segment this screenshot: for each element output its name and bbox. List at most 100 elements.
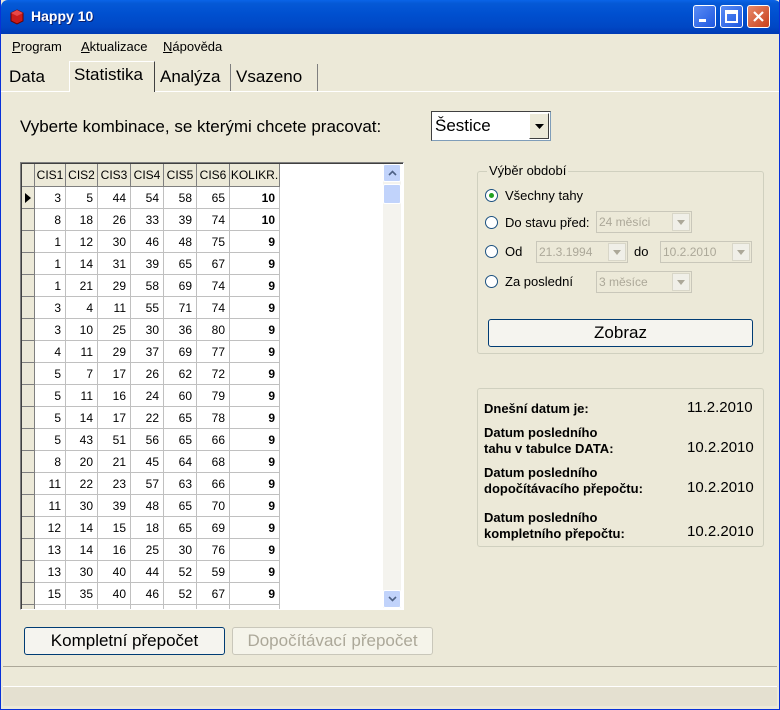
- grid-cell[interactable]: 22: [131, 407, 164, 429]
- grid-cell[interactable]: 59: [197, 561, 230, 583]
- grid-cell[interactable]: 4: [66, 297, 98, 319]
- tab-data[interactable]: Data: [5, 64, 69, 92]
- grid-cell[interactable]: 66: [197, 473, 230, 495]
- grid-cell[interactable]: 71: [164, 297, 197, 319]
- grid-cell[interactable]: 11: [35, 495, 66, 517]
- grid-cell[interactable]: 25: [131, 539, 164, 561]
- row-indicator[interactable]: [22, 385, 35, 407]
- grid-cell[interactable]: 9: [230, 495, 280, 517]
- grid-cell[interactable]: 9: [230, 605, 280, 609]
- grid-cell[interactable]: 10: [230, 187, 280, 209]
- grid-cell[interactable]: 23: [98, 473, 131, 495]
- grid-cell[interactable]: 15: [35, 583, 66, 605]
- title-bar[interactable]: Happy 10: [1, 0, 779, 34]
- grid-cell[interactable]: 30: [66, 561, 98, 583]
- grid-cell[interactable]: 26: [98, 209, 131, 231]
- grid-cell[interactable]: 7: [66, 363, 98, 385]
- tab-analyza[interactable]: Analýza: [156, 64, 231, 92]
- grid-cell[interactable]: 29: [98, 275, 131, 297]
- grid-cell[interactable]: 79: [197, 385, 230, 407]
- grid-cell[interactable]: 64: [164, 451, 197, 473]
- grid-cell[interactable]: 30: [164, 539, 197, 561]
- grid-cell[interactable]: 70: [197, 495, 230, 517]
- table-row[interactable]: 5 7 17 26 62 72 9: [22, 363, 280, 385]
- grid-cell[interactable]: 66: [197, 429, 230, 451]
- grid-cell[interactable]: 9: [230, 363, 280, 385]
- grid-cell[interactable]: 78: [197, 407, 230, 429]
- grid-cell[interactable]: 4: [35, 341, 66, 363]
- grid-cell[interactable]: 18: [66, 209, 98, 231]
- grid-cell[interactable]: 69: [164, 275, 197, 297]
- grid-cell[interactable]: 52: [164, 561, 197, 583]
- grid-cell[interactable]: 74: [197, 275, 230, 297]
- grid-cell[interactable]: 46: [131, 231, 164, 253]
- grid-cell[interactable]: 11: [98, 297, 131, 319]
- menu-napoveda[interactable]: Nápověda: [163, 39, 222, 54]
- row-indicator[interactable]: [22, 319, 35, 341]
- minimize-button[interactable]: [693, 5, 716, 28]
- grid-cell[interactable]: 17: [98, 363, 131, 385]
- grid-cell[interactable]: 9: [230, 473, 280, 495]
- statistics-grid[interactable]: CIS1 CIS2 CIS3 CIS4 CIS5 CIS6 KOLIKR. 3 5 44 54 58…: [20, 162, 404, 610]
- grid-cell[interactable]: 58: [164, 187, 197, 209]
- table-row[interactable]: 3 5 44 54 58 65 10: [22, 187, 280, 209]
- grid-cell[interactable]: 14: [66, 539, 98, 561]
- grid-column-header[interactable]: CIS6: [197, 164, 230, 187]
- grid-cell[interactable]: 65: [164, 253, 197, 275]
- full-recalc-button[interactable]: Kompletní přepočet: [24, 627, 225, 655]
- grid-cell[interactable]: 1: [35, 253, 66, 275]
- grid-cell[interactable]: 69: [164, 341, 197, 363]
- grid-cell[interactable]: 40: [98, 561, 131, 583]
- row-indicator[interactable]: [22, 209, 35, 231]
- grid-cell[interactable]: 9: [230, 319, 280, 341]
- row-indicator[interactable]: [22, 363, 35, 385]
- row-indicator[interactable]: [22, 297, 35, 319]
- grid-cell[interactable]: 3: [35, 297, 66, 319]
- grid-cell[interactable]: 30: [131, 319, 164, 341]
- row-indicator[interactable]: [22, 187, 35, 209]
- grid-cell[interactable]: 18: [131, 517, 164, 539]
- combination-select[interactable]: Šestice: [431, 111, 551, 141]
- scroll-down-button[interactable]: [383, 590, 401, 608]
- grid-cell[interactable]: 39: [131, 253, 164, 275]
- table-row[interactable]: 8 20 21 45 64 68 9: [22, 451, 280, 473]
- grid-cell[interactable]: 13: [35, 539, 66, 561]
- grid-cell[interactable]: 9: [230, 517, 280, 539]
- grid-cell[interactable]: 9: [230, 539, 280, 561]
- grid-cell[interactable]: 5: [35, 429, 66, 451]
- to-date-picker[interactable]: 10.2.2010: [660, 241, 752, 263]
- grid-cell[interactable]: 36: [164, 319, 197, 341]
- grid-cell[interactable]: 37: [131, 341, 164, 363]
- grid-cell[interactable]: 56: [131, 429, 164, 451]
- grid-cell[interactable]: 74: [197, 209, 230, 231]
- until-months-dropdown[interactable]: [672, 213, 690, 231]
- grid-column-header[interactable]: CIS3: [98, 164, 131, 187]
- scroll-thumb[interactable]: [383, 184, 401, 204]
- table-row[interactable]: 11 30 39 48 65 70 9: [22, 495, 280, 517]
- table-row[interactable]: 5 11 16 24 60 79 9: [22, 385, 280, 407]
- grid-cell[interactable]: 48: [131, 495, 164, 517]
- row-indicator[interactable]: [22, 517, 35, 539]
- grid-cell[interactable]: 24: [131, 385, 164, 407]
- table-row[interactable]: 13 14 16 25 30 76 9: [22, 539, 280, 561]
- row-indicator[interactable]: [22, 429, 35, 451]
- grid-cell[interactable]: 54: [131, 187, 164, 209]
- grid-cell[interactable]: 68: [197, 451, 230, 473]
- grid-cell[interactable]: 11: [35, 473, 66, 495]
- grid-cell[interactable]: 5: [35, 363, 66, 385]
- table-row[interactable]: 1 14 31 39 65 67 9: [22, 253, 280, 275]
- row-indicator[interactable]: [22, 341, 35, 363]
- grid-column-header[interactable]: CIS4: [131, 164, 164, 187]
- table-row[interactable]: 3 10 25 30 36 80 9: [22, 319, 280, 341]
- grid-column-header[interactable]: CIS1: [35, 164, 66, 187]
- grid-cell[interactable]: 3: [35, 319, 66, 341]
- grid-cell[interactable]: 39: [98, 495, 131, 517]
- grid-cell[interactable]: 14: [66, 253, 98, 275]
- tab-statistika[interactable]: Statistika: [69, 61, 155, 92]
- grid-cell[interactable]: 14: [66, 517, 98, 539]
- grid-cell[interactable]: 12: [66, 231, 98, 253]
- table-row[interactable]: 4 11 29 37 69 77 9: [22, 341, 280, 363]
- grid-cell[interactable]: 21: [66, 275, 98, 297]
- grid-vertical-scrollbar[interactable]: [383, 164, 401, 608]
- grid-cell[interactable]: 5: [35, 407, 66, 429]
